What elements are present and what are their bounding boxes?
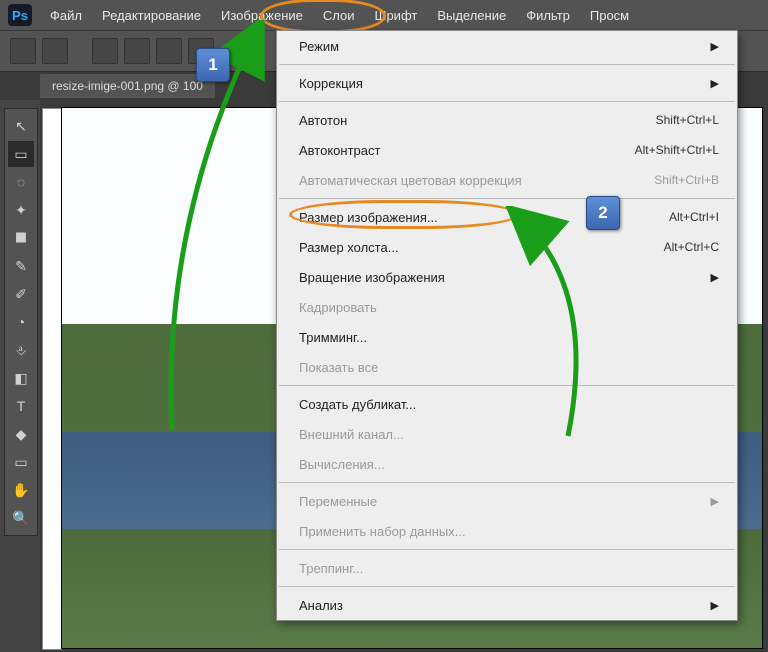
menu-item-label: Коррекция (299, 76, 363, 91)
menu-item: Применить набор данных... (277, 516, 737, 546)
menu-item[interactable]: Тримминг... (277, 322, 737, 352)
menu-item[interactable]: Размер холста... Alt+Ctrl+C (277, 232, 737, 262)
menu-separator (279, 198, 735, 199)
menu-item-label: Автоконтраст (299, 143, 380, 158)
photoshop-window: Ps Файл Редактирование Изображение Слои … (0, 0, 768, 652)
menu-item-label: Автоматическая цветовая коррекция (299, 173, 522, 188)
lasso-tool-icon[interactable]: ◌ (8, 169, 34, 195)
menu-item-label: Создать дубликат... (299, 397, 416, 412)
brush-tool-icon[interactable]: ✐ (8, 281, 34, 307)
menu-item: Треппинг... (277, 553, 737, 583)
menu-item-label: Вычисления... (299, 457, 385, 472)
menu-separator (279, 64, 735, 65)
menu-item[interactable]: Автоконтраст Alt+Shift+Ctrl+L (277, 135, 737, 165)
annotation-badge-2: 2 (586, 196, 620, 230)
menubar: Ps Файл Редактирование Изображение Слои … (0, 0, 768, 30)
menu-item-shortcut: Alt+Ctrl+I (669, 210, 719, 224)
menu-item: Автоматическая цветовая коррекция Shift+C… (277, 165, 737, 195)
menu-item[interactable]: Вращение изображения ▶ (277, 262, 737, 292)
app-logo: Ps (8, 4, 32, 26)
submenu-arrow-icon: ▶ (711, 599, 719, 612)
menu-view[interactable]: Просм (588, 4, 631, 27)
menu-item-label: Вращение изображения (299, 270, 445, 285)
menu-layers[interactable]: Слои (321, 4, 357, 27)
menu-item-label: Режим (299, 39, 339, 54)
menu-item[interactable]: Анализ ▶ (277, 590, 737, 620)
menu-item[interactable]: Автотон Shift+Ctrl+L (277, 105, 737, 135)
mode-add-icon[interactable] (124, 38, 150, 64)
menu-item-label: Внешний канал... (299, 427, 404, 442)
clone-tool-icon[interactable]: ⎀ (8, 337, 34, 363)
ruler-vertical (42, 108, 62, 650)
marquee-tool-icon[interactable]: ▭ (8, 141, 34, 167)
healing-tool-icon[interactable]: ◔ (8, 309, 34, 335)
marquee-icon[interactable] (42, 38, 68, 64)
mode-new-icon[interactable] (92, 38, 118, 64)
menu-item-shortcut: Shift+Ctrl+L (656, 113, 719, 127)
menu-type[interactable]: Шрифт (373, 4, 420, 27)
document-tab[interactable]: resize-imige-001.png @ 100 (40, 74, 215, 98)
menu-separator (279, 101, 735, 102)
menu-separator (279, 385, 735, 386)
menu-separator (279, 586, 735, 587)
mode-subtract-icon[interactable] (156, 38, 182, 64)
menu-item[interactable]: Размер изображения... Alt+Ctrl+I (277, 202, 737, 232)
move-tool-icon[interactable]: ↖ (8, 113, 34, 139)
menu-item[interactable]: Коррекция ▶ (277, 68, 737, 98)
menu-item: Переменные ▶ (277, 486, 737, 516)
tools-panel: ↖ ▭ ◌ ✦ ⯀ ✎ ✐ ◔ ⎀ ◧ T ◆ ▭ ✋ 🔍 (4, 108, 38, 536)
zoom-tool-icon[interactable]: 🔍 (8, 505, 34, 531)
tool-preset-icon[interactable] (10, 38, 36, 64)
submenu-arrow-icon: ▶ (711, 495, 719, 508)
menu-edit[interactable]: Редактирование (100, 4, 203, 27)
menu-filter[interactable]: Фильтр (524, 4, 572, 27)
menu-item[interactable]: Режим ▶ (277, 31, 737, 61)
menu-item-shortcut: Shift+Ctrl+B (654, 173, 719, 187)
menu-item-shortcut: Alt+Shift+Ctrl+L (635, 143, 719, 157)
menu-item-label: Кадрировать (299, 300, 377, 315)
menu-item-label: Показать все (299, 360, 378, 375)
menu-separator (279, 549, 735, 550)
options-label-fragment: Ра (242, 44, 256, 58)
menu-item-label: Переменные (299, 494, 377, 509)
menu-separator (279, 482, 735, 483)
pen-tool-icon[interactable]: ◆ (8, 421, 34, 447)
menu-item[interactable]: Создать дубликат... (277, 389, 737, 419)
type-tool-icon[interactable]: T (8, 393, 34, 419)
crop-tool-icon[interactable]: ⯀ (8, 225, 34, 251)
eraser-tool-icon[interactable]: ◧ (8, 365, 34, 391)
menu-image[interactable]: Изображение (219, 4, 305, 27)
menu-item-label: Треппинг... (299, 561, 363, 576)
menu-item: Вычисления... (277, 449, 737, 479)
menu-item: Показать все (277, 352, 737, 382)
menu-item-label: Анализ (299, 598, 343, 613)
submenu-arrow-icon: ▶ (711, 77, 719, 90)
shape-tool-icon[interactable]: ▭ (8, 449, 34, 475)
menu-item: Внешний канал... (277, 419, 737, 449)
menu-item: Кадрировать (277, 292, 737, 322)
menu-item-label: Размер изображения... (299, 210, 438, 225)
menu-item-label: Тримминг... (299, 330, 367, 345)
annotation-badge-1: 1 (196, 48, 230, 82)
menu-item-shortcut: Alt+Ctrl+C (664, 240, 719, 254)
submenu-arrow-icon: ▶ (711, 271, 719, 284)
hand-tool-icon[interactable]: ✋ (8, 477, 34, 503)
menu-file[interactable]: Файл (48, 4, 84, 27)
menu-select[interactable]: Выделение (435, 4, 508, 27)
menu-item-label: Автотон (299, 113, 347, 128)
wand-tool-icon[interactable]: ✦ (8, 197, 34, 223)
menu-item-label: Размер холста... (299, 240, 399, 255)
eyedropper-tool-icon[interactable]: ✎ (8, 253, 34, 279)
submenu-arrow-icon: ▶ (711, 40, 719, 53)
menu-item-label: Применить набор данных... (299, 524, 466, 539)
image-menu-dropdown: Режим ▶ Коррекция ▶ Автотон Shift+Ctrl+L Авток… (276, 30, 738, 621)
